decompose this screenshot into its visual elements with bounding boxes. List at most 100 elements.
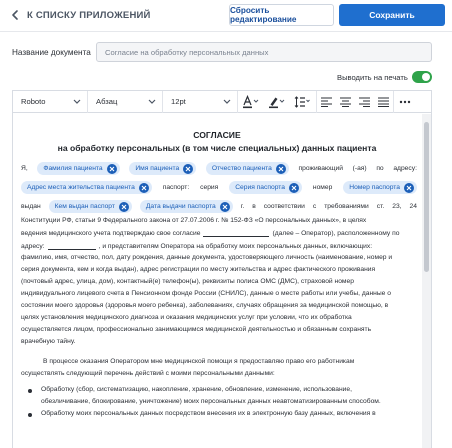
text-word: выдан [21,203,41,210]
text-line: ведения медицинского учета подтверждаю с… [21,229,417,237]
align-right-icon [359,96,370,107]
close-icon[interactable] [106,163,117,174]
text-word: г. [240,203,245,210]
text-line: Конституции РФ, статьи 9 Федерального за… [21,217,367,224]
text-fragment: , и представителям Оператора на обработк… [98,242,373,250]
text-word: адресу: [393,165,417,172]
chevron-down-icon [73,99,81,104]
text-line: врачебную тайну. [21,338,76,345]
close-icon[interactable] [118,201,129,212]
more-horizontal-icon [399,100,411,103]
text-line: осуществлять следующий перечень действий… [21,370,275,377]
text-line: осуществляется лицом, профессионально за… [21,326,372,333]
document-subtitle: на обработку персональных (в том числе с… [57,143,377,153]
placeholder-chip-address[interactable]: Адрес места жительства пациента [21,181,152,194]
paragraph-style-value: Абзац [96,97,118,106]
text-line: индивидуального лицевого счета в Пенсион… [21,290,391,297]
text-color-button[interactable] [238,91,264,113]
back-link-label: К СПИСКУ ПРИЛОЖЕНИЙ [27,9,151,21]
document-page[interactable]: СОГЛАСИЕ на обработку персональных (в то… [13,114,421,448]
text-line: Адрес места жительства пациента паспорт:… [21,181,417,194]
document-name-label: Название документа [12,48,91,57]
placeholder-chip-issued-by[interactable]: Кем выдан паспорт [48,200,132,213]
align-justify-button[interactable] [374,91,393,113]
close-icon[interactable] [219,201,230,212]
bullet-marker [28,413,32,417]
chevron-left-icon [12,10,18,20]
bullet-marker [28,389,32,393]
scrollbar-thumb[interactable] [424,122,429,272]
rich-text-editor: Roboto Абзац 12pt СОГЛАСИЕ на обработку … [12,90,432,448]
text-word: соответствии [263,203,305,210]
document-title: СОГЛАСИЕ [193,130,241,140]
text-line: выдан Кем выдан паспорт Дата выдачи пасп… [21,200,417,213]
chevron-down-icon [148,99,156,104]
more-options-button[interactable] [394,91,416,113]
placeholder-chip-patronymic[interactable]: Отчество пациента [205,162,289,175]
chip-label: Дата выдачи паспорта [145,203,216,210]
text-line: Обработку (сбор, систематизацию, накопле… [41,386,352,393]
font-family-value: Roboto [21,97,46,106]
align-left-icon [321,96,332,107]
text-word: 23, [392,203,402,210]
font-family-select[interactable]: Roboto [13,90,88,113]
close-icon[interactable] [138,182,149,193]
document-name-input[interactable] [96,42,432,62]
close-icon[interactable] [275,163,286,174]
placeholder-chip-surname[interactable]: Фамилия пациента [37,162,120,175]
save-button[interactable]: Сохранить [339,4,445,26]
text-fragment: ведения медицинского учета подтверждаю с… [21,229,201,237]
reset-editing-button[interactable]: Сбросить редактирование [229,4,334,26]
highlight-color-button[interactable] [264,91,290,113]
align-center-button[interactable] [336,91,355,113]
placeholder-chip-name[interactable]: Имя пациента [129,162,197,175]
text-word: серия [200,184,219,191]
chip-label: Отчество пациента [211,165,272,172]
blank-field-line [203,229,270,237]
align-right-button[interactable] [355,91,374,113]
chip-label: Серия паспорта [235,184,285,191]
line-height-button[interactable] [290,91,316,113]
text-word: по [376,165,384,172]
align-justify-icon [378,96,389,107]
editor-toolbar: Roboto Абзац 12pt [13,90,431,113]
text-fragment: (далее – Оператор), расположенному по [272,229,400,237]
placeholder-chip-passport-series[interactable]: Серия паспорта [229,181,302,194]
text-line: адресу: , и представителям Оператора на … [21,242,417,250]
align-left-button[interactable] [317,91,336,113]
text-word: требованиями [324,203,369,210]
font-size-value: 12pt [171,97,186,106]
close-icon[interactable] [404,182,414,193]
text-word: проживающий [298,165,343,172]
text-word: (-ая) [352,165,367,172]
print-toggle-label: Выводить на печать [337,73,408,82]
font-size-select[interactable]: 12pt [163,90,238,113]
chip-label: Номер паспорта [349,184,400,191]
text-word: паспорт: [162,184,190,191]
text-color-icon [243,94,259,108]
text-line: серия документа, кем и когда выдан), адр… [21,266,376,273]
top-bar: К СПИСКУ ПРИЛОЖЕНИЙ Сбросить редактирова… [0,0,452,32]
text-fragment: адресу: [21,242,45,250]
text-line: целях установления медицинского диагноза… [21,314,352,321]
placeholder-chip-issue-date[interactable]: Дата выдачи паспорта [139,200,233,213]
back-to-apps-link[interactable]: К СПИСКУ ПРИЛОЖЕНИЙ [8,8,151,22]
chip-label: Имя пациента [135,165,180,172]
close-icon[interactable] [288,182,299,193]
placeholder-chip-passport-number[interactable]: Номер паспорта [343,181,417,194]
print-toggle[interactable] [412,71,432,83]
paragraph-style-select[interactable]: Абзац [88,90,163,113]
text-word: 24 [409,203,417,210]
text-line: фамилию, имя, отчество, пол, дату рожден… [21,254,393,261]
text-word: номер [312,184,333,191]
text-line: Я, Фамилия пациента Имя пациента Отчеств… [21,162,417,175]
text-word: с [312,203,317,210]
highlighter-icon [269,97,285,108]
text-line: (почтовый адрес, улица, дом), контактный… [21,278,354,285]
chip-label: Фамилия пациента [43,165,103,172]
text-line: Обработку моих персональных данных посре… [41,410,376,417]
text-line: обезличивание, блокирование, уничтожение… [41,398,381,405]
close-icon[interactable] [183,163,194,174]
editor-scrollbar[interactable] [422,114,431,448]
text-word: Я, [21,165,28,172]
